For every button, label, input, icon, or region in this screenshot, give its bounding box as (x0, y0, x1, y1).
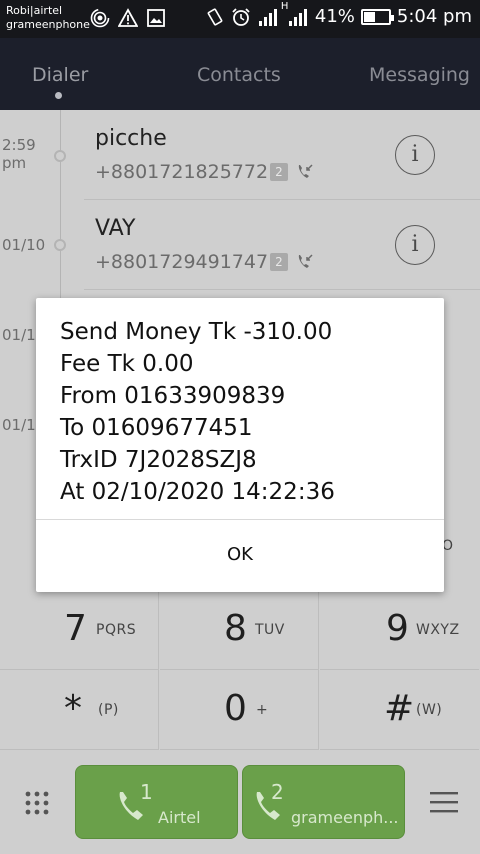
bottom-bar: 1 Airtel 2 grameenph... (0, 750, 480, 854)
carrier-2: grameenphone (6, 18, 90, 31)
ok-button[interactable]: OK (36, 520, 444, 592)
timeline-dot (54, 239, 66, 251)
key-digit: 8 (224, 608, 247, 649)
message-line: From 01633909839 (60, 383, 286, 409)
contact-number: +8801729491747 (95, 251, 269, 273)
key-letters: TUV (255, 622, 285, 638)
contact-info-button[interactable]: i (395, 225, 435, 265)
key-letters: (W) (416, 702, 443, 718)
sim-badge: 2 (270, 163, 288, 181)
warning-icon (118, 8, 138, 27)
dialpad-grid-icon[interactable] (24, 790, 50, 816)
key-star[interactable]: * (P) (0, 670, 159, 750)
key-letters: (P) (98, 702, 119, 718)
signal-with-network: H (281, 1, 309, 27)
clock: 5:04 pm (396, 6, 472, 27)
key-digit: # (384, 688, 415, 729)
key-letters: + (256, 702, 269, 718)
sim-number: 2 (271, 780, 284, 804)
tab-contacts[interactable]: Contacts (197, 64, 281, 86)
dialog-message: Send Money Tk -310.00 Fee Tk 0.00 From 0… (60, 316, 335, 508)
key-digit: * (64, 688, 82, 729)
call-log-entry[interactable]: VAY +8801729491747 2 i (84, 200, 480, 290)
message-dialog: Send Money Tk -310.00 Fee Tk 0.00 From 0… (36, 298, 444, 592)
timeline-label: 01/1 (2, 326, 36, 344)
alarm-icon (232, 7, 250, 26)
active-tab-indicator (55, 92, 62, 99)
message-line: Fee Tk 0.00 (60, 351, 194, 377)
carrier-1: Robi|airtel (6, 4, 63, 17)
contact-name: picche (95, 126, 167, 151)
key-letters: WXYZ (416, 622, 460, 638)
vibrate-icon (207, 8, 223, 25)
image-icon (147, 9, 165, 27)
timeline-label: 2:59 pm (2, 136, 36, 172)
key-digit: 9 (386, 608, 409, 649)
status-right: H 41% 5:04 pm (205, 1, 472, 27)
call-sim1-button[interactable]: 1 Airtel (75, 765, 238, 839)
call-log-entry[interactable]: picche +8801721825772 2 i (84, 110, 480, 200)
message-line: Send Money Tk -310.00 (60, 319, 333, 345)
key-letters: PQRS (96, 622, 137, 638)
tab-dialer[interactable]: Dialer (32, 64, 88, 86)
incoming-call-icon (298, 164, 313, 178)
key-digit: 0 (224, 688, 247, 729)
status-bar: Robi|airtel grameenphone H 41% 5:04 pm (0, 0, 480, 38)
tab-messaging[interactable]: Messaging (369, 64, 470, 86)
timeline-dot (54, 150, 66, 162)
key-8[interactable]: 8 TUV (160, 590, 319, 670)
battery-fill (363, 11, 375, 22)
battery-icon (360, 8, 394, 25)
hotspot-icon (90, 8, 110, 28)
key-digit: 7 (64, 608, 87, 649)
message-line: To 01609677451 (60, 415, 253, 441)
sim-badge: 2 (270, 253, 288, 271)
signal-icon (288, 8, 307, 26)
signal-icon (258, 8, 277, 26)
timeline-time: 2:59 pm (2, 136, 36, 172)
key-7[interactable]: 7 PQRS (0, 590, 159, 670)
message-line: At 02/10/2020 14:22:36 (60, 479, 335, 505)
timeline-label: 01/10 (2, 236, 46, 254)
sim-label: grameenph... (291, 808, 399, 827)
carrier-names: Robi|airtel grameenphone (6, 4, 90, 32)
menu-icon[interactable] (430, 790, 458, 814)
sim-label: Airtel (158, 808, 201, 827)
call-sim2-button[interactable]: 2 grameenph... (242, 765, 405, 839)
key-0[interactable]: 0 + (160, 670, 319, 750)
contact-number: +8801721825772 (95, 161, 269, 183)
contact-name: VAY (95, 216, 136, 241)
message-line: TrxID 7J2028SZJ8 (60, 447, 257, 473)
incoming-call-icon (298, 254, 313, 268)
key-9[interactable]: 9 WXYZ (320, 590, 479, 670)
timeline-label: 01/1 (2, 416, 36, 434)
contact-info-button[interactable]: i (395, 135, 435, 175)
dial-keypad: 7 PQRS 8 TUV 9 WXYZ * (P) 0 + # (W) (0, 590, 480, 750)
battery-percent: 41% (314, 6, 355, 27)
tab-bar: Dialer Contacts Messaging (0, 38, 480, 110)
sim-number: 1 (140, 780, 153, 804)
notification-icons (90, 8, 166, 28)
key-hash[interactable]: # (W) (320, 670, 479, 750)
